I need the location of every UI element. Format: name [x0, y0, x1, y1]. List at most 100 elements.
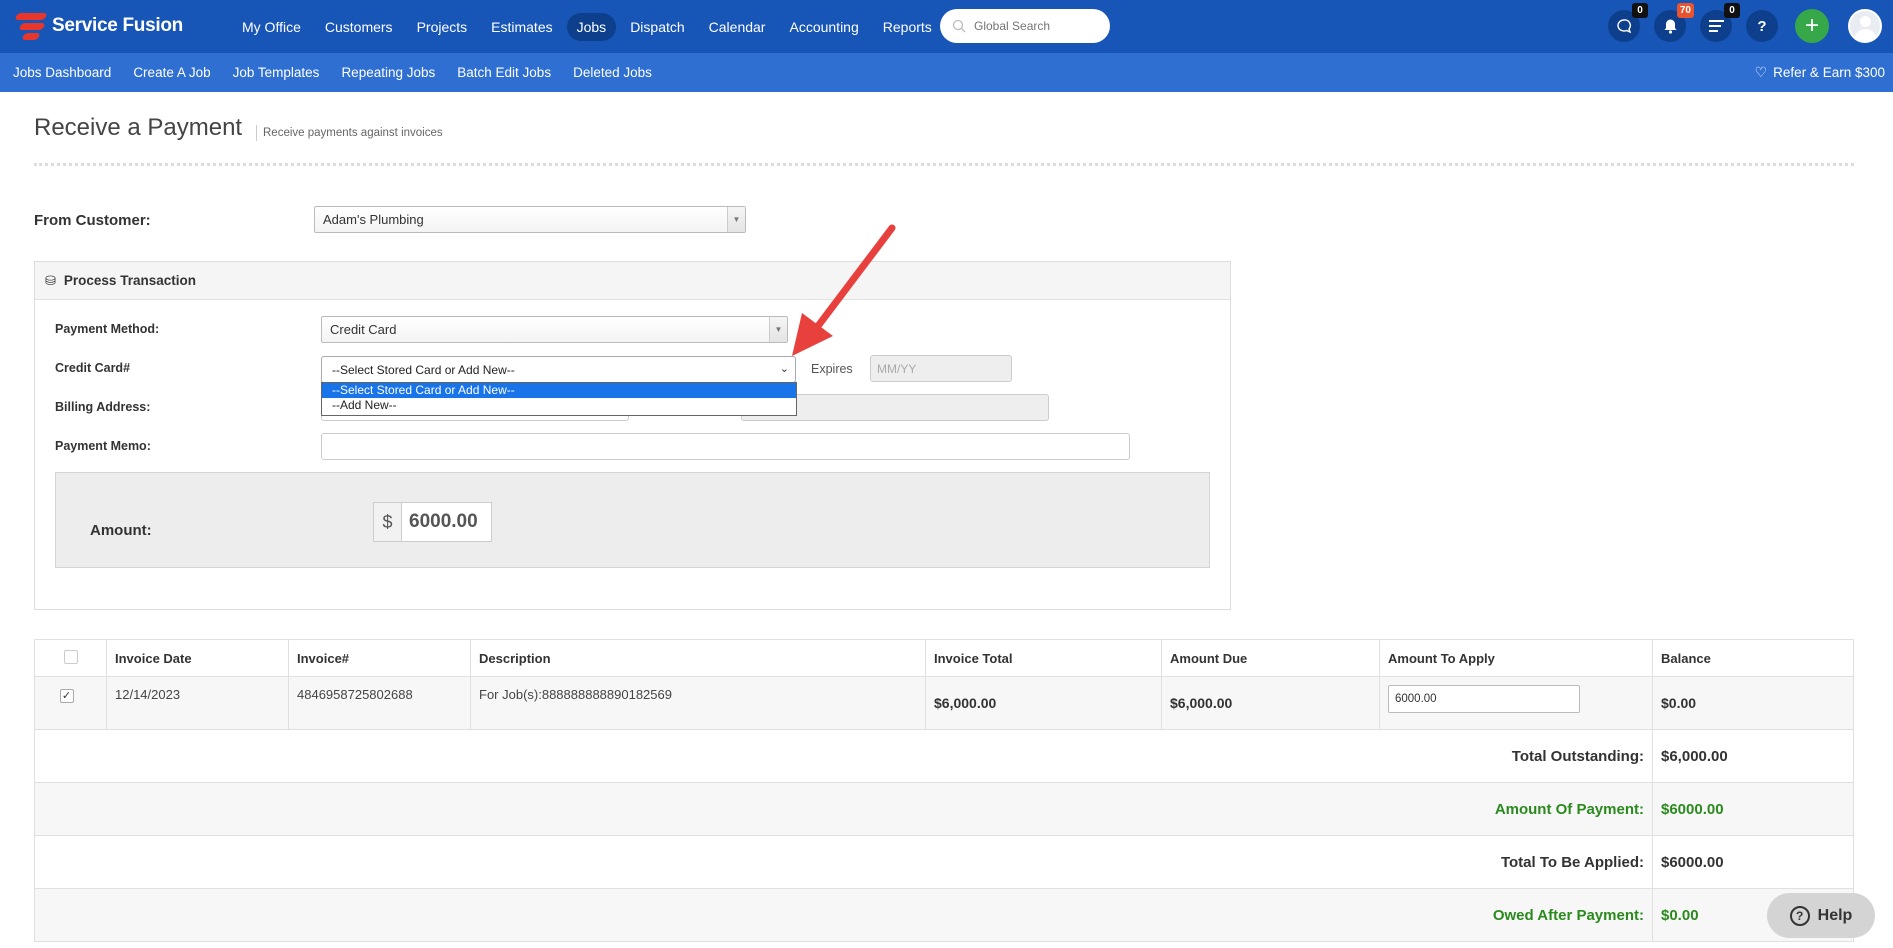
payment-memo-label: Payment Memo:	[55, 439, 151, 453]
amount-to-apply-cell: 6000.00	[1379, 676, 1653, 730]
invoice-number: 4846958725802688	[288, 676, 471, 730]
payment-method-label: Payment Method:	[55, 322, 160, 336]
nav-my-office[interactable]: My Office	[232, 13, 311, 41]
invoice-date: 12/14/2023	[106, 676, 289, 730]
panel-header: ⛁ Process Transaction	[35, 262, 1230, 300]
billing-address-label: Billing Address:	[55, 400, 151, 414]
chat-button[interactable]: 0	[1608, 3, 1648, 42]
chevron-down-icon: ▼	[769, 317, 787, 342]
nav-jobs[interactable]: Jobs	[566, 12, 617, 41]
heart-icon: ♡	[1754, 64, 1768, 80]
row-check-cell: ✓	[34, 676, 107, 730]
total-applied-row: Total To Be Applied: $6000.00	[34, 835, 1854, 889]
col-invoice-date[interactable]: Invoice Date	[106, 639, 289, 677]
customer-select-value: Adam's Plumbing	[323, 212, 424, 227]
subnav-repeating-jobs[interactable]: Repeating Jobs	[341, 65, 435, 80]
bell-icon	[1664, 19, 1676, 34]
logo[interactable]: Service Fusion	[12, 10, 183, 42]
tasks-button[interactable]: 0	[1700, 3, 1740, 42]
expires-placeholder: MM/YY	[877, 361, 917, 376]
owed-after-label: Owed After Payment:	[34, 888, 1653, 942]
total-applied-value: $6000.00	[1652, 835, 1854, 889]
row-checkbox[interactable]: ✓	[59, 689, 74, 703]
notifications-button[interactable]: 70	[1654, 3, 1694, 42]
amount-to-apply-input[interactable]: 6000.00	[1388, 685, 1580, 713]
total-applied-label: Total To Be Applied:	[34, 835, 1653, 889]
notifications-badge: 70	[1676, 3, 1694, 18]
payment-method-value: Credit Card	[330, 322, 397, 337]
nav-customers[interactable]: Customers	[315, 13, 403, 41]
col-invoice-total[interactable]: Invoice Total	[925, 639, 1162, 677]
subnav-batch-edit-jobs[interactable]: Batch Edit Jobs	[457, 65, 551, 80]
nav-estimates[interactable]: Estimates	[481, 13, 562, 41]
amount-section	[55, 472, 1210, 568]
chat-icon	[1617, 19, 1632, 34]
nav-dispatch[interactable]: Dispatch	[620, 13, 694, 41]
refer-earn-link[interactable]: ♡ Refer & Earn $300	[1755, 53, 1885, 92]
expires-label: Expires	[811, 362, 853, 376]
main-nav: My Office Customers Projects Estimates J…	[232, 0, 946, 53]
jobs-subnav: Jobs Dashboard Create A Job Job Template…	[13, 53, 674, 92]
divider	[34, 163, 1854, 166]
from-customer-label: From Customer:	[34, 212, 151, 229]
credit-card-select[interactable]: --Select Stored Card or Add New-- ⌄	[321, 356, 796, 383]
col-description[interactable]: Description	[470, 639, 926, 677]
dropdown-option-add-new[interactable]: --Add New--	[322, 398, 796, 413]
nav-reports[interactable]: Reports	[873, 13, 942, 41]
logo-text: Service Fusion	[52, 15, 183, 36]
col-amount-to-apply[interactable]: Amount To Apply	[1379, 639, 1653, 677]
avatar[interactable]	[1848, 9, 1882, 43]
table-header-row: Invoice Date Invoice# Description Invoic…	[34, 639, 1854, 677]
help-button[interactable]: ? Help	[1767, 893, 1875, 938]
amount-due: $6,000.00	[1161, 676, 1380, 730]
payment-method-select[interactable]: Credit Card ▼	[321, 316, 788, 343]
invoice-total: $6,000.00	[925, 676, 1162, 730]
customer-select[interactable]: Adam's Plumbing ▼	[314, 206, 746, 233]
amount-of-payment-row: Amount Of Payment: $6000.00	[34, 782, 1854, 836]
nav-calendar[interactable]: Calendar	[699, 13, 776, 41]
refer-label: Refer & Earn $300	[1773, 65, 1885, 80]
select-all-cell	[34, 639, 107, 677]
help-question-icon[interactable]: ?	[1746, 10, 1778, 42]
dropdown-option-select-stored[interactable]: --Select Stored Card or Add New--	[322, 383, 796, 398]
chevron-down-icon: ▼	[727, 207, 745, 232]
global-search[interactable]	[940, 9, 1110, 43]
col-invoice-number[interactable]: Invoice#	[288, 639, 471, 677]
invoices-table: Invoice Date Invoice# Description Invoic…	[34, 639, 1854, 942]
amount-input[interactable]: $ 6000.00	[373, 502, 492, 542]
list-icon	[1708, 20, 1724, 32]
page-title: Receive a Payment	[34, 114, 243, 141]
question-icon: ?	[1789, 905, 1810, 926]
total-outstanding-value: $6,000.00	[1652, 729, 1854, 783]
amount-of-payment-value: $6000.00	[1652, 782, 1854, 836]
chat-badge: 0	[1632, 3, 1648, 18]
nav-projects[interactable]: Projects	[407, 13, 478, 41]
panel-title: Process Transaction	[63, 273, 196, 288]
search-icon	[952, 19, 966, 33]
credit-card-label: Credit Card#	[55, 361, 131, 375]
subnav-deleted-jobs[interactable]: Deleted Jobs	[573, 65, 652, 80]
payment-memo-input[interactable]	[321, 433, 1130, 460]
currency-symbol: $	[374, 503, 402, 541]
amount-to-apply-value: 6000.00	[1395, 693, 1437, 705]
subnav-create-job[interactable]: Create A Job	[133, 65, 210, 80]
table-row: ✓ 12/14/2023 4846958725802688 For Job(s)…	[34, 676, 1854, 730]
chevron-down-icon: ⌄	[779, 363, 789, 375]
subnav-job-templates[interactable]: Job Templates	[233, 65, 320, 80]
select-all-checkbox[interactable]	[63, 649, 78, 664]
balance: $0.00	[1652, 676, 1854, 730]
help-label: Help	[1817, 906, 1853, 924]
col-balance[interactable]: Balance	[1652, 639, 1854, 677]
amount-value: 6000.00	[409, 511, 478, 532]
amount-of-payment-label: Amount Of Payment:	[34, 782, 1653, 836]
nav-accounting[interactable]: Accounting	[779, 13, 868, 41]
credit-card-dropdown: --Select Stored Card or Add New-- --Add …	[321, 382, 797, 416]
amount-label: Amount:	[90, 522, 152, 539]
expires-input[interactable]: MM/YY	[870, 355, 1012, 382]
global-search-input[interactable]	[974, 19, 1094, 33]
add-new-button[interactable]: +	[1795, 9, 1829, 43]
subnav-jobs-dashboard[interactable]: Jobs Dashboard	[13, 65, 111, 80]
total-outstanding-row: Total Outstanding: $6,000.00	[34, 729, 1854, 783]
total-outstanding-label: Total Outstanding:	[34, 729, 1653, 783]
col-amount-due[interactable]: Amount Due	[1161, 639, 1380, 677]
